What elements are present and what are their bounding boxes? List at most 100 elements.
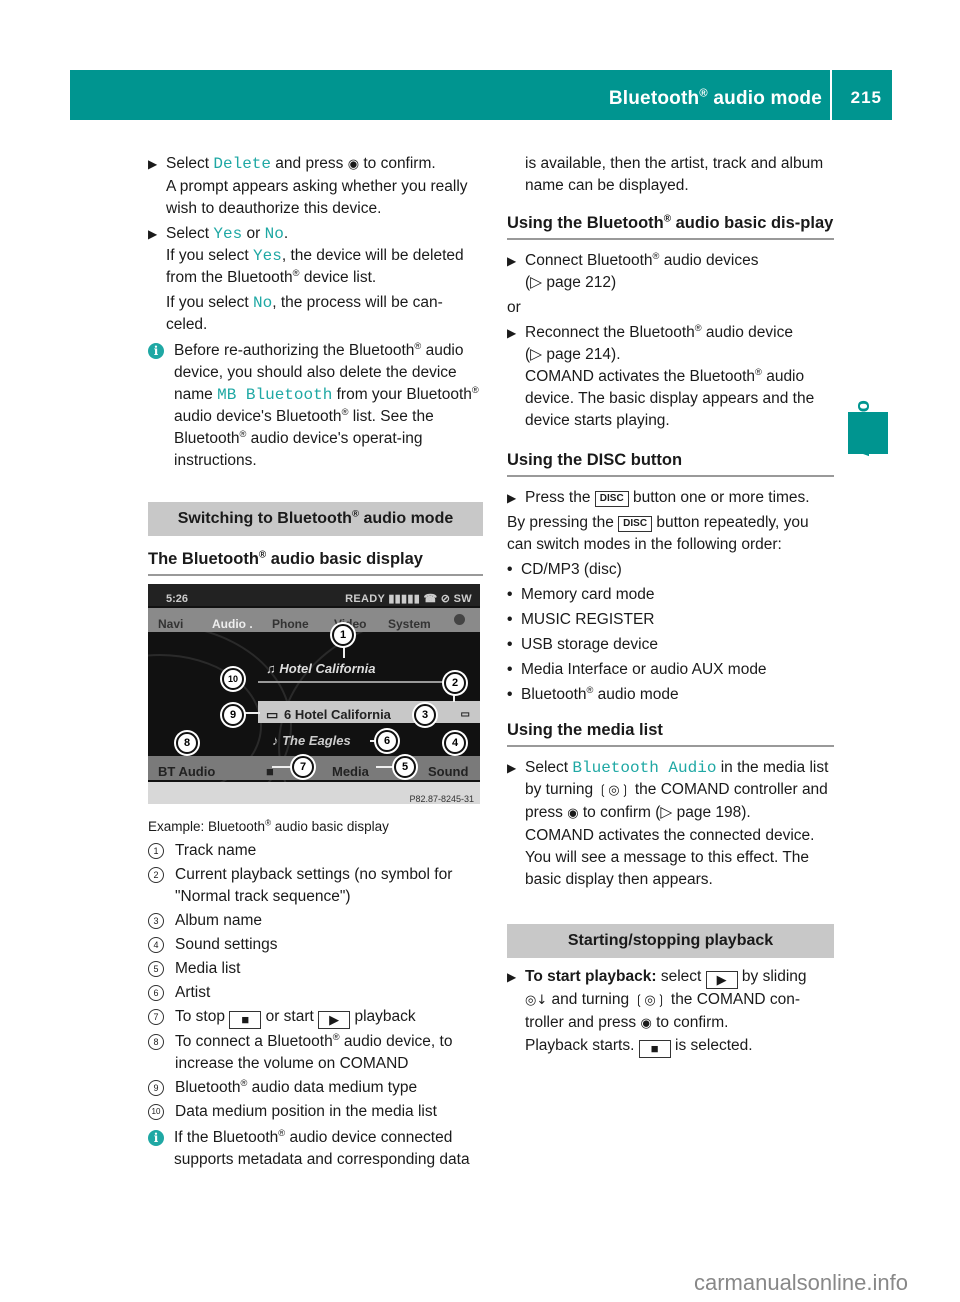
screen-playback-line (258, 681, 448, 683)
bt-device-icon: ▭ (460, 709, 470, 720)
screen-status-bar: 5:26 READY ▮▮▮▮▮ ☎ ⊘ SW (148, 584, 480, 606)
screen-sound-button[interactable]: Sound (428, 761, 468, 783)
screen-menu-system[interactable]: System (388, 613, 431, 635)
section-heading-playback: Starting/stopping playback (507, 924, 834, 958)
callout-line (272, 766, 292, 768)
left-column: ▶ Select Delete and press ◉ to confirm. … (148, 153, 483, 1171)
play-button-icon: ▶ (705, 971, 738, 989)
info-icon: i (148, 1130, 164, 1146)
controller-press-icon: ◉ (347, 157, 360, 172)
callout-1: 1 (332, 624, 354, 646)
mode-item: • CD/MP3 (disc) (507, 561, 622, 578)
page-header-bar: Bluetooth® audio mode 215 (70, 70, 892, 120)
screen-bottom-bar: BT Audio ■ Media Sound (148, 756, 480, 780)
info-continuation: is available, then the artist, track and… (525, 155, 824, 194)
step-start-playback: ▶ To start playback: select ▶ by sliding… (507, 968, 807, 1058)
disc-key-icon: DISC (618, 516, 653, 532)
step-arrow-icon: ▶ (507, 970, 517, 984)
step-arrow-icon: ▶ (507, 491, 517, 505)
legend-list: 1 Track name 2 Current playback settings (… (148, 840, 483, 1123)
controller-press-icon: ◉ (640, 1016, 652, 1031)
step-arrow-icon: ▶ (507, 761, 517, 775)
watermark: carmanualsonline.info (693, 1270, 908, 1295)
step-press-disc: ▶ Press the DISC button one or more time… (507, 487, 834, 509)
callout-7: 7 (292, 756, 314, 778)
mode-item: • MUSIC REGISTER (507, 611, 655, 628)
disc-paragraph: By pressing the DISC button repeatedly, … (507, 514, 809, 553)
legend-item: 2 Current playback settings (no symbol fo… (148, 864, 483, 908)
screen-menu-navi[interactable]: Navi (158, 613, 183, 635)
stop-button-icon: ■ (229, 1011, 262, 1029)
controller-slide-icon: ◎↓ (525, 993, 548, 1008)
legend-item: 5 Media list (148, 958, 483, 980)
legend-item: 6 Artist (148, 982, 483, 1004)
info-note-reauthorize: i Before re-authorizing the Bluetooth® a… (148, 340, 483, 472)
callout-2: 2 (444, 672, 466, 694)
step-select-bluetooth-audio: ▶ Select Bluetooth Audio in the media li… (507, 759, 829, 888)
legend-item: 7 To stop ■ or start ▶ playback (148, 1006, 483, 1029)
callout-line (376, 766, 396, 768)
screen-clock: 5:26 (166, 593, 189, 605)
step-select-yes-no: ▶ Select Yes or No. If you select Yes, t… (148, 225, 464, 286)
page-ref-214[interactable]: (▷ page 214). (525, 346, 621, 363)
callout-line (244, 712, 260, 714)
screen-menu-audio[interactable]: Audio . (212, 613, 253, 635)
mode-list: • CD/MP3 (disc) • Memory card mode • MUSIC … (507, 559, 834, 706)
code-bluetooth-audio: Bluetooth Audio (572, 759, 717, 777)
stop-button-icon: ■ (638, 1040, 671, 1058)
subheading-using-basic-display: Using the Bluetooth® audio basic dis-pla… (507, 212, 834, 240)
callout-4: 4 (444, 732, 466, 754)
side-tab-marker (848, 412, 888, 454)
code-delete: Delete (213, 155, 271, 173)
legend-item: 10 Data medium position in the media list (148, 1101, 483, 1123)
illustration-code: P82.87-8245-31 (148, 782, 480, 804)
disc-key-icon: DISC (594, 491, 629, 507)
screen-main-menu: Navi Audio . Phone Video System (148, 608, 480, 632)
screen-media-button[interactable]: Media (332, 761, 369, 783)
mode-item: • Bluetooth® audio mode (507, 684, 679, 703)
screen-artist-name: ♪ The Eagles (272, 733, 351, 748)
chapter-title: Bluetooth® audio mode (608, 87, 822, 109)
callout-10: 10 (222, 668, 244, 690)
callout-line (343, 644, 345, 658)
mode-item: • USB storage device (507, 636, 658, 653)
no-paragraph: If you select No, the process will be ca… (166, 294, 443, 333)
page-ref-212[interactable]: (▷ page 212) (525, 274, 616, 291)
info-note-metadata: i If the Bluetooth® audio device connect… (148, 1127, 483, 1171)
mode-item: • Media Interface or audio AUX mode (507, 661, 767, 678)
screen-menu-dot-icon (454, 614, 465, 625)
subheading-basic-display: The Bluetooth® audio basic display (148, 548, 483, 576)
or-text: or (507, 299, 521, 316)
right-column: is available, then the artist, track and… (507, 153, 834, 1061)
screen-album-row[interactable]: ▭ 6 Hotel California ▭ (258, 701, 480, 723)
info-icon: i (148, 343, 164, 359)
controller-turn-icon: ❲◎❳ (633, 993, 667, 1008)
controller-press-icon: ◉ (567, 806, 579, 821)
step-connect-devices: ▶ Connect Bluetooth® audio devices (▷ pa… (507, 250, 759, 291)
step-reconnect-device: ▶ Reconnect the Bluetooth® audio device … (507, 322, 815, 429)
callout-3: 3 (414, 704, 436, 726)
step-arrow-icon: ▶ (507, 326, 517, 340)
figure-caption: Example: Bluetooth® audio basic display (148, 818, 389, 834)
legend-item: 4 Sound settings (148, 934, 483, 956)
bt-medium-icon: ▭ (266, 707, 279, 722)
screen-status-indicators: READY ▮▮▮▮▮ ☎ ⊘ SW (345, 593, 472, 605)
legend-item: 9 Bluetooth® audio data medium type (148, 1077, 483, 1099)
subheading-disc-button: Using the DISC button (507, 449, 834, 477)
mode-item: • Memory card mode (507, 586, 655, 603)
step-arrow-icon: ▶ (148, 157, 158, 171)
page-number: 215 (850, 88, 882, 107)
screen-bt-audio-button[interactable]: BT Audio (158, 761, 215, 783)
section-heading-switching: Switching to Bluetooth® audio mode (148, 502, 483, 536)
screen-track-name: ♫ Hotel California (266, 661, 376, 676)
callout-9: 9 (222, 704, 244, 726)
controller-turn-icon: ❲◎❳ (597, 783, 631, 798)
step-arrow-icon: ▶ (507, 254, 517, 268)
callout-8: 8 (176, 732, 198, 754)
legend-item: 1 Track name (148, 840, 483, 862)
callout-6: 6 (376, 730, 398, 752)
screen-menu-phone[interactable]: Phone (272, 613, 309, 635)
header-divider (830, 70, 832, 120)
legend-item: 3 Album name (148, 910, 483, 932)
screen-stop-button[interactable]: ■ (266, 761, 274, 783)
